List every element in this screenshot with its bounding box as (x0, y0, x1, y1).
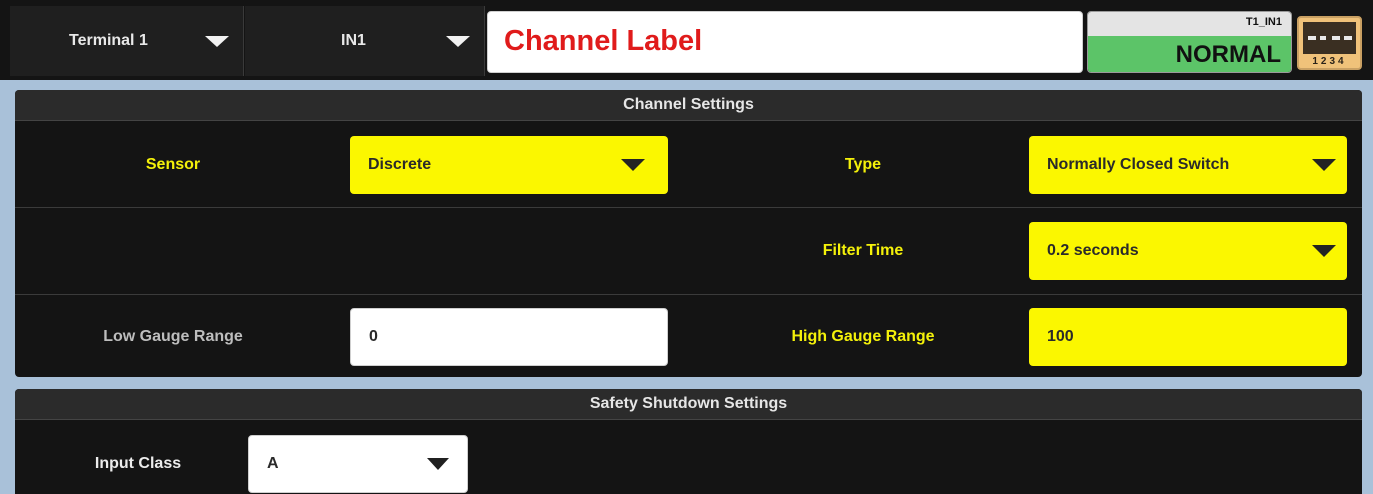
input-class-label: Input Class (94, 455, 182, 472)
channel-label-field[interactable]: Channel Label (487, 11, 1083, 73)
filter-time-value: 0.2 seconds (1047, 242, 1139, 259)
status-text: NORMAL (1175, 41, 1281, 68)
input-select[interactable]: IN1 (245, 6, 485, 76)
input-class-dropdown[interactable]: A (248, 435, 468, 493)
sensor-dropdown[interactable]: Discrete (350, 136, 668, 194)
top-bar: Terminal 1 IN1 Channel Label T1_IN1 NORM… (0, 0, 1373, 80)
low-gauge-range-input[interactable]: 0 (350, 308, 668, 366)
sensor-label: Sensor (145, 156, 201, 173)
high-gauge-range-input[interactable]: 100 (1029, 308, 1347, 366)
input-select-value: IN1 (341, 32, 366, 49)
channel-status-indicator: T1_IN1 NORMAL (1087, 11, 1292, 73)
chevron-down-icon (1312, 245, 1336, 257)
channel-settings-header: Channel Settings (15, 90, 1362, 121)
gauge-range-row: Low Gauge Range 0 High Gauge Range 100 (15, 295, 1362, 377)
type-value: Normally Closed Switch (1047, 156, 1230, 173)
terminal-icon-numbers: 1234 (1312, 56, 1347, 67)
channel-label-text: Channel Label (504, 25, 703, 57)
chevron-down-icon (446, 36, 470, 47)
chevron-down-icon (621, 159, 645, 171)
filter-time-row: Filter Time 0.2 seconds (15, 208, 1362, 295)
terminal-select-value: Terminal 1 (69, 32, 148, 49)
high-gauge-range-label: High Gauge Range (791, 328, 935, 345)
type-dropdown[interactable]: Normally Closed Switch (1029, 136, 1347, 194)
input-class-row: Input Class A (15, 420, 1362, 494)
chevron-down-icon (427, 458, 449, 470)
status-channel-id: T1_IN1 (1245, 16, 1282, 28)
low-gauge-range-value: 0 (369, 328, 378, 345)
filter-time-label: Filter Time (822, 242, 904, 259)
sensor-value: Discrete (368, 156, 432, 173)
low-gauge-range-label: Low Gauge Range (103, 328, 243, 345)
safety-shutdown-panel: Safety Shutdown Settings Input Class A (15, 389, 1362, 494)
channel-settings-panel: Channel Settings Sensor Discrete Type No… (15, 90, 1362, 377)
chevron-down-icon (205, 36, 229, 47)
safety-shutdown-header: Safety Shutdown Settings (15, 389, 1362, 420)
chevron-down-icon (1312, 159, 1336, 171)
high-gauge-range-value: 100 (1047, 328, 1074, 345)
terminal-block-icon[interactable]: 1234 (1297, 16, 1362, 70)
input-class-value: A (267, 455, 279, 472)
filter-time-dropdown[interactable]: 0.2 seconds (1029, 222, 1347, 280)
type-label: Type (844, 156, 882, 173)
terminal-select[interactable]: Terminal 1 (10, 6, 244, 76)
sensor-type-row: Sensor Discrete Type Normally Closed Swi… (15, 121, 1362, 208)
